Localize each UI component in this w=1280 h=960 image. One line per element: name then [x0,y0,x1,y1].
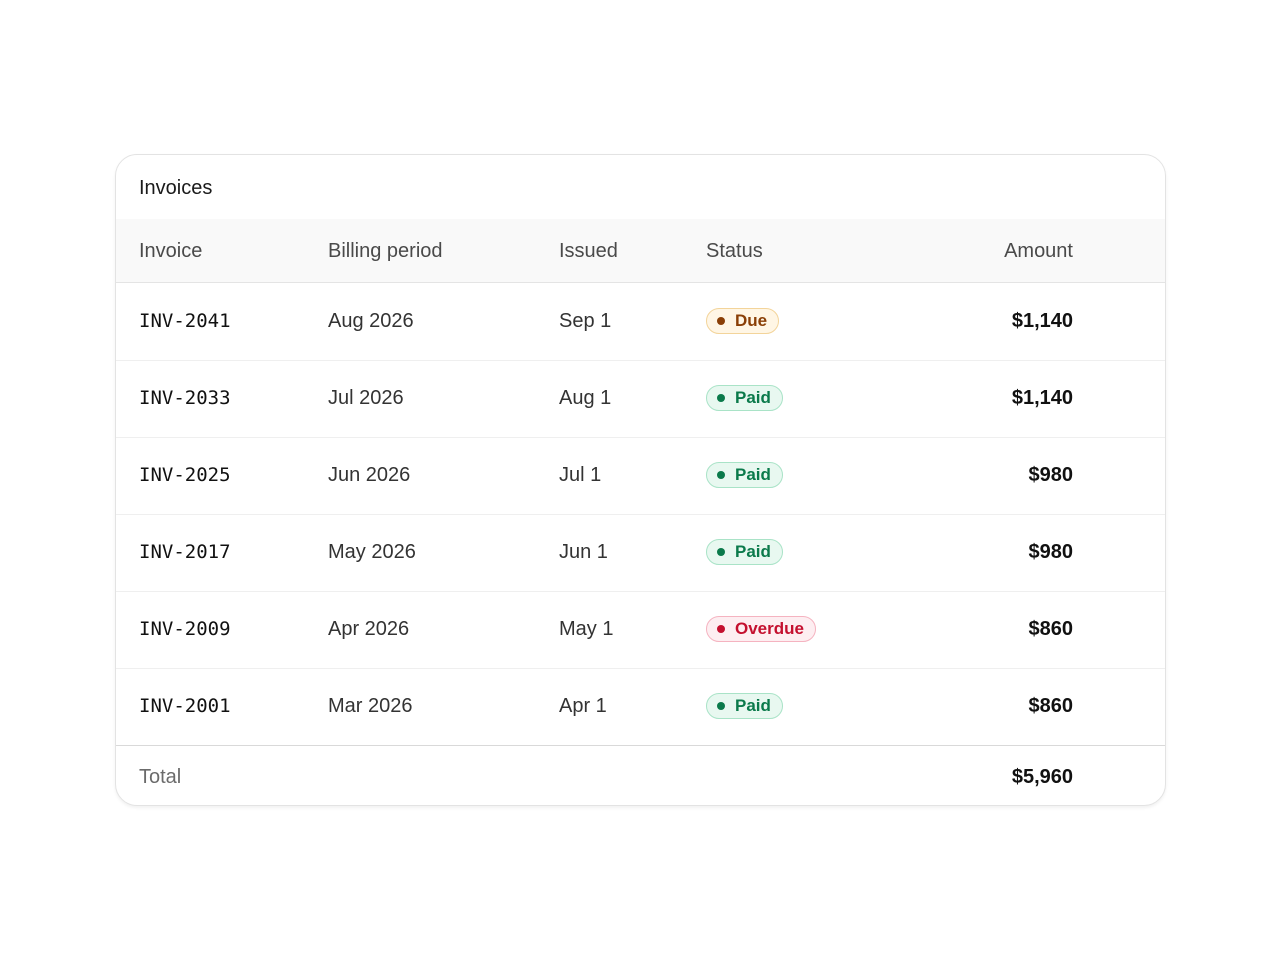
status-label: Paid [735,388,771,407]
invoice-id: INV-2041 [139,310,231,332]
amount: $860 [1028,618,1074,640]
column-header-billing-period[interactable]: Billing period [328,239,443,263]
status-dot-icon [717,625,725,633]
issued-date: May 1 [559,618,614,640]
issued-date: Jul 1 [559,464,602,486]
status-dot-icon [717,471,725,479]
column-header-amount[interactable]: Amount [1004,239,1073,263]
billing-period: Jul 2026 [328,387,404,409]
status-badge: Paid [706,385,783,411]
card-title: Invoices [139,177,213,199]
issued-date: Sep 1 [559,310,612,332]
billing-period: Aug 2026 [328,310,414,332]
invoice-id: INV-2033 [139,387,231,409]
billing-period: May 2026 [328,541,416,563]
invoice-id: INV-2025 [139,464,231,486]
status-badge: Overdue [706,616,816,642]
invoice-id: INV-2017 [139,541,231,563]
status-dot-icon [717,702,725,710]
total-label: Total [139,766,182,788]
amount: $860 [1028,695,1074,717]
status-badge: Paid [706,539,783,565]
status-label: Paid [735,542,771,561]
status-label: Paid [735,465,771,484]
status-dot-icon [717,394,725,402]
issued-date: Apr 1 [559,695,607,717]
column-header-status[interactable]: Status [706,239,763,263]
status-label: Overdue [735,619,804,638]
table-row[interactable]: INV-2001 Mar 2026 Apr 1 Paid $860 [116,668,1165,746]
column-header-issued[interactable]: Issued [559,239,618,263]
invoices-card: Invoices Invoice Billing period Issued S… [115,154,1166,806]
table-row[interactable]: INV-2033 Jul 2026 Aug 1 Paid $1,140 [116,360,1165,438]
status-badge: Paid [706,693,783,719]
table-row[interactable]: INV-2017 May 2026 Jun 1 Paid $980 [116,514,1165,592]
amount: $980 [1028,464,1074,486]
table-footer: Total $5,960 [116,747,1165,805]
table-row[interactable]: INV-2009 Apr 2026 May 1 Overdue $860 [116,591,1165,669]
status-badge: Paid [706,462,783,488]
issued-date: Aug 1 [559,387,612,409]
issued-date: Jun 1 [559,541,608,563]
amount: $1,140 [1011,387,1073,409]
invoice-id: INV-2001 [139,695,231,717]
billing-period: Apr 2026 [328,618,410,640]
table-row[interactable]: INV-2025 Jun 2026 Jul 1 Paid $980 [116,437,1165,515]
status-label: Paid [735,696,771,715]
total-value: $5,960 [1011,766,1073,788]
amount: $1,140 [1011,310,1073,332]
table-header: Invoice Billing period Issued Status Amo… [116,219,1165,283]
status-dot-icon [717,317,725,325]
status-dot-icon [717,548,725,556]
invoice-id: INV-2009 [139,618,231,640]
billing-period: Mar 2026 [328,695,413,717]
column-header-invoice[interactable]: Invoice [139,239,202,263]
amount: $980 [1028,541,1074,563]
status-badge: Due [706,308,780,334]
status-label: Due [735,311,768,330]
table-row[interactable]: INV-2041 Aug 2026 Sep 1 Due $1,140 [116,283,1165,361]
billing-period: Jun 2026 [328,464,411,486]
